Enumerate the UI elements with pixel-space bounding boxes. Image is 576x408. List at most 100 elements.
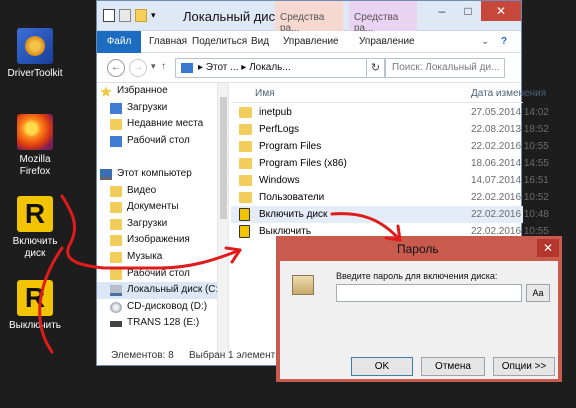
window-title: Локальный дис... — [183, 9, 286, 24]
password-keyboard-icon — [292, 275, 314, 295]
show-characters-button[interactable]: Aa — [526, 284, 550, 302]
folder-icon — [110, 268, 122, 280]
tab-manage-1[interactable]: Управление — [283, 33, 339, 53]
file-row[interactable]: Пользователи 22.02.2016 10:52 — [231, 189, 549, 206]
dialog-close-button[interactable]: ✕ — [537, 239, 559, 257]
firefox-icon — [17, 114, 53, 150]
r-shortcut-icon: R — [17, 280, 53, 316]
folder-icon — [110, 202, 122, 214]
tab-manage-2[interactable]: Управление — [359, 33, 415, 53]
nav-item[interactable]: TRANS 128 (E:) — [97, 315, 217, 332]
nav-item-label: Этот компьютер — [117, 167, 192, 179]
expand-ribbon-icon[interactable]: ⌄ — [481, 33, 489, 53]
desktop-icon-label: Включить диск — [12, 236, 58, 259]
nav-item[interactable]: Этот компьютер — [97, 166, 217, 183]
file-row[interactable]: inetpub 27.05.2014 14:02 — [231, 104, 549, 121]
chevron-down-icon[interactable]: ▾ — [151, 9, 163, 22]
window-controls: – □ ✕ — [429, 1, 521, 21]
nav-item[interactable]: Загрузки — [97, 100, 217, 117]
context-tab-drive-tools[interactable]: Средства ра... — [275, 1, 343, 34]
status-items: Элементов: 8 — [111, 350, 174, 361]
tab-file[interactable]: Файл — [97, 31, 141, 53]
folder-icon — [239, 107, 252, 118]
minimize-button[interactable]: – — [429, 1, 455, 21]
path-breadcrumb[interactable]: ▸ Этот ... ▸ Локаль... — [175, 58, 367, 78]
cd-drive-icon — [110, 301, 122, 313]
nav-item[interactable]: Недавние места — [97, 116, 217, 133]
nav-item[interactable]: Рабочий стол — [97, 133, 217, 150]
computer-icon — [100, 168, 112, 180]
desktop-icon-drivertoolkit[interactable]: DriverToolkit — [0, 28, 70, 80]
ok-button[interactable]: OK — [351, 357, 413, 376]
desktop-icon-firefox[interactable]: Mozilla Firefox — [0, 114, 70, 178]
nav-item[interactable]: Избранное — [97, 83, 217, 100]
help-icon[interactable]: ? — [501, 33, 507, 53]
file-row[interactable]: PerfLogs 22.08.2013 18:52 — [231, 121, 549, 138]
password-dialog: Пароль ✕ Введите пароль для включения ди… — [276, 236, 562, 382]
refresh-icon[interactable]: ↻ — [367, 58, 385, 78]
nav-item[interactable]: CD-дисковод (D:) — [97, 299, 217, 316]
context-tab-app-tools[interactable]: Средства ра... — [349, 1, 417, 34]
nav-item[interactable]: Видео — [97, 183, 217, 200]
file-name: Пользователи — [259, 192, 325, 203]
nav-scrollbar[interactable] — [217, 83, 229, 355]
folder-icon — [239, 124, 252, 135]
nav-item-label: CD-дисковод (D:) — [127, 300, 208, 312]
file-date: 14.07.2014 16:51 — [471, 175, 549, 186]
recent-locations-icon[interactable]: ▾ — [151, 61, 156, 72]
r-shortcut-icon: R — [17, 196, 53, 232]
cancel-button[interactable]: Отмена — [421, 357, 485, 376]
tab-view[interactable]: Вид — [251, 33, 269, 53]
new-folder-icon[interactable] — [135, 9, 147, 22]
options-button[interactable]: Опции >> — [493, 357, 555, 376]
nav-item-label: Документы — [127, 201, 179, 213]
column-name[interactable]: Имя — [255, 88, 274, 99]
nav-item[interactable]: Рабочий стол — [97, 266, 217, 283]
desktop-icon-enable-disk[interactable]: R Включить диск — [0, 196, 70, 260]
file-row[interactable]: Включить диск 22.02.2016 10:48 — [231, 206, 549, 223]
file-date: 18.06.2014 14:55 — [471, 158, 549, 169]
maximize-button[interactable]: □ — [455, 1, 481, 21]
nav-item[interactable]: Изображения — [97, 232, 217, 249]
file-row[interactable]: Windows 14.07.2014 16:51 — [231, 172, 549, 189]
recent-places-icon — [110, 119, 122, 131]
file-row[interactable]: Program Files (x86) 18.06.2014 14:55 — [231, 155, 549, 172]
dialog-body: Введите пароль для включения диска: Aa O… — [280, 261, 558, 379]
search-input[interactable]: Поиск: Локальный ди... — [385, 58, 505, 78]
forward-button[interactable]: → — [129, 59, 147, 77]
folder-icon — [110, 218, 122, 230]
folder-icon — [110, 235, 122, 247]
close-button[interactable]: ✕ — [481, 1, 521, 21]
nav-item[interactable]: Документы — [97, 199, 217, 216]
dialog-titlebar: Пароль ✕ — [277, 237, 561, 261]
nav-item[interactable]: Музыка — [97, 249, 217, 266]
scrollbar-thumb[interactable] — [220, 97, 227, 219]
password-prompt: Введите пароль для включения диска: — [336, 271, 498, 281]
nav-item-label: Рабочий стол — [127, 267, 190, 279]
desktop-icon-disable[interactable]: R Выключить — [0, 280, 70, 332]
column-date[interactable]: Дата изменения — [471, 88, 546, 99]
tab-share[interactable]: Поделиться — [192, 33, 247, 53]
up-button[interactable]: ↑ — [161, 61, 166, 72]
tab-home[interactable]: Главная — [149, 33, 187, 53]
nav-item[interactable]: Загрузки — [97, 216, 217, 233]
driver-toolkit-icon — [17, 28, 53, 64]
dialog-title: Пароль — [397, 242, 439, 256]
ribbon-tabs: Файл Главная Поделиться Вид Управление У… — [97, 31, 521, 53]
password-input[interactable] — [336, 284, 522, 302]
properties-icon[interactable] — [119, 9, 131, 22]
nav-item-label: Избранное — [117, 85, 168, 96]
nav-item-label: Музыка — [127, 250, 163, 262]
column-header: Имя Дата изменения — [231, 83, 546, 103]
desktop-icon-label: DriverToolkit — [7, 68, 63, 79]
nav-item-label: Недавние места — [127, 118, 204, 130]
back-button[interactable]: ← — [107, 59, 125, 77]
star-icon — [100, 86, 112, 97]
folder-icon — [239, 158, 252, 169]
nav-item[interactable]: Локальный диск (C:) — [97, 282, 217, 299]
window-icon[interactable] — [103, 9, 115, 22]
file-name: Program Files (x86) — [259, 158, 347, 169]
explorer-titlebar: ▾ Локальный дис... Средства ра... Средст… — [97, 1, 521, 34]
file-row[interactable]: Program Files 22.02.2016 10:55 — [231, 138, 549, 155]
